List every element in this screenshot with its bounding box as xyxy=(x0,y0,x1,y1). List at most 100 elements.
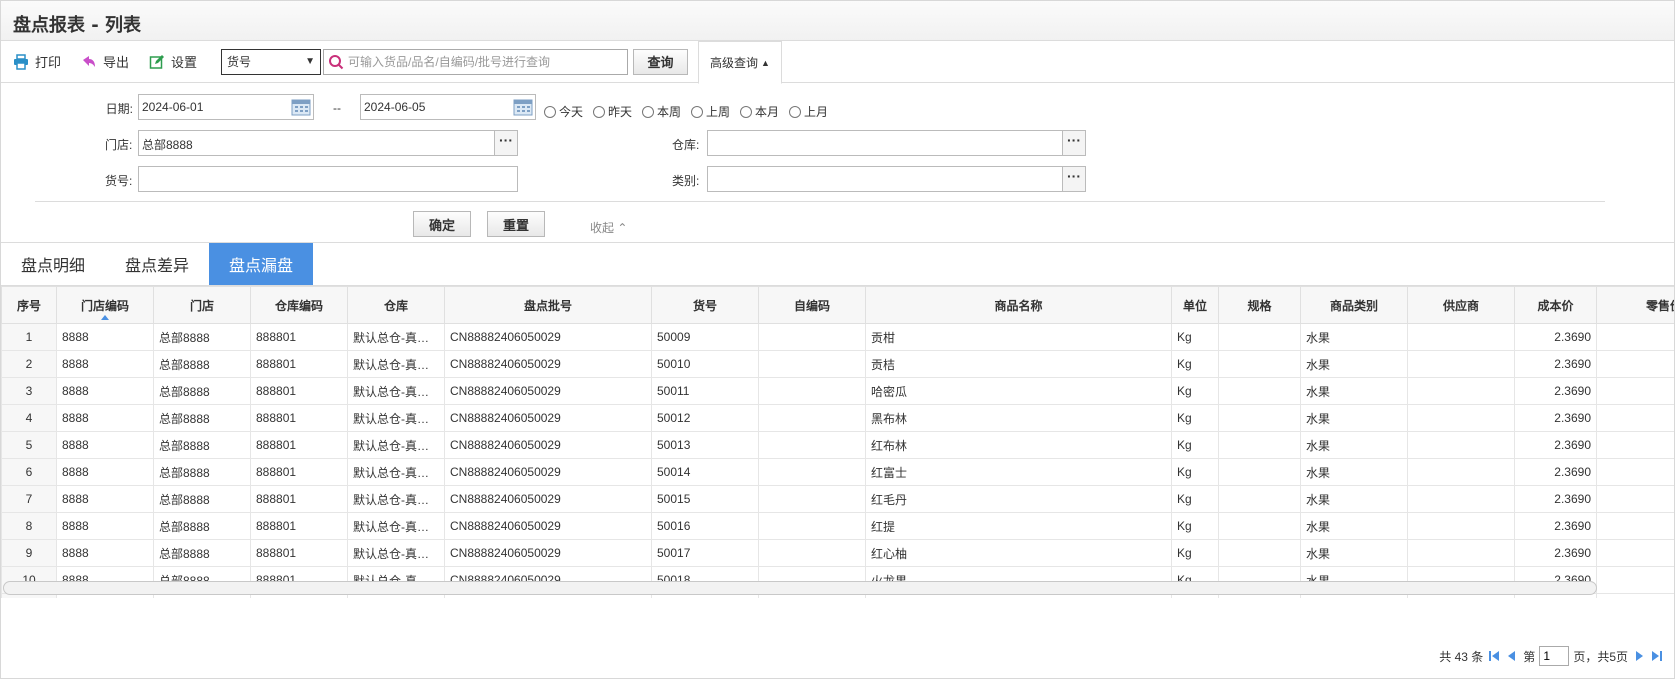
table-cell: 50016 xyxy=(651,512,759,540)
table-cell: Kg xyxy=(1171,404,1219,432)
table-row[interactable]: 8 8888 总部8888 888801 默认总仓-真默认 CN8888240605002… xyxy=(1,512,1674,540)
category-picker-button[interactable]: ··· xyxy=(1062,166,1086,192)
table-cell: 9 xyxy=(1,539,57,567)
column-header[interactable]: 序号 xyxy=(1,286,57,324)
table-row[interactable]: 7 8888 总部8888 888801 默认总仓-真默认 CN8888240605002… xyxy=(1,485,1674,513)
table-cell xyxy=(1218,377,1301,405)
table-row[interactable]: 5 8888 总部8888 888801 默认总仓-真默认 CN8888240605002… xyxy=(1,431,1674,459)
table-cell: 2.3690 xyxy=(1514,431,1597,459)
column-header[interactable]: 仓库 xyxy=(347,286,445,324)
table-row[interactable]: 3 8888 总部8888 888801 默认总仓-真默认 CN8888240605002… xyxy=(1,377,1674,405)
column-header[interactable]: 零售价 xyxy=(1596,286,1674,324)
table-cell: Kg xyxy=(1171,323,1219,351)
collapse-link[interactable]: 收起 ⌃ xyxy=(590,219,627,236)
prev-page-icon[interactable] xyxy=(1505,649,1519,663)
query-button[interactable]: 查询 xyxy=(633,48,689,75)
export-button[interactable]: 导出 xyxy=(81,52,129,71)
table-row[interactable]: 9 8888 总部8888 888801 默认总仓-真默认 CN8888240605002… xyxy=(1,539,1674,567)
column-header[interactable]: 货号 xyxy=(651,286,759,324)
table-cell: CN88882406050029 xyxy=(444,377,652,405)
table-cell xyxy=(758,431,866,459)
confirm-button[interactable]: 确定 xyxy=(413,211,471,237)
date-to-field[interactable]: 2024-06-05 xyxy=(360,94,536,120)
table-cell: 1 xyxy=(1,323,57,351)
table-cell: 50010 xyxy=(651,350,759,378)
first-page-icon[interactable] xyxy=(1487,649,1501,663)
settings-button[interactable]: 设置 xyxy=(149,52,197,71)
table-cell: 888801 xyxy=(250,512,348,540)
tab-count-missing[interactable]: 盘点漏盘 xyxy=(209,243,314,285)
table-cell: 红毛丹 xyxy=(865,485,1172,513)
table-row[interactable]: 6 8888 总部8888 888801 默认总仓-真默认 CN8888240605002… xyxy=(1,458,1674,486)
table-cell: 红提 xyxy=(865,512,1172,540)
table-cell xyxy=(1407,539,1515,567)
table-cell: CN88882406050029 xyxy=(444,458,652,486)
date-from-field[interactable]: 2024-06-01 xyxy=(138,94,314,120)
field-select[interactable]: 货号 ▼ xyxy=(221,48,322,75)
search-input[interactable] xyxy=(348,54,619,69)
next-page-icon[interactable] xyxy=(1632,649,1646,663)
radio-this-month[interactable]: 本月 xyxy=(740,103,779,120)
table-cell: Kg xyxy=(1171,350,1219,378)
category-field[interactable] xyxy=(707,166,1063,192)
table-row[interactable]: 2 8888 总部8888 888801 默认总仓-真默认 CN8888240605002… xyxy=(1,350,1674,378)
radio-this-week[interactable]: 本周 xyxy=(642,103,681,120)
tab-count-detail[interactable]: 盘点明细 xyxy=(1,243,105,285)
code-field[interactable] xyxy=(138,166,518,192)
warehouse-picker-button[interactable]: ··· xyxy=(1062,130,1086,156)
code-label: 货号: xyxy=(105,174,133,188)
radio-today[interactable]: 今天 xyxy=(544,103,583,120)
radio-yesterday[interactable]: 昨天 xyxy=(593,103,632,120)
table-cell: 8888 xyxy=(56,404,154,432)
header-row: 序号 门店编码 门店 仓库编码 仓库 盘点批号 货号 自编码 商品名称 单位 规格 商品类别 供应商 成本… xyxy=(1,286,1674,324)
column-header[interactable]: 商品类别 xyxy=(1300,286,1408,324)
table-cell: 888801 xyxy=(250,404,348,432)
report-page: 盘点报表 - 列表 打印 导出 设置 货号 ▼ 查询 高级查询 ▲ 日期: xyxy=(0,0,1675,679)
table-row[interactable]: 1 8888 总部8888 888801 默认总仓-真默认 CN8888240605002… xyxy=(1,323,1674,351)
column-header[interactable]: 规格 xyxy=(1218,286,1301,324)
tab-count-difference[interactable]: 盘点差异 xyxy=(105,243,209,285)
radio-last-month[interactable]: 上月 xyxy=(789,103,828,120)
table-cell: 888801 xyxy=(250,458,348,486)
column-header[interactable]: 单位 xyxy=(1171,286,1219,324)
reset-button[interactable]: 重置 xyxy=(487,211,545,237)
column-header[interactable]: 仓库编码 xyxy=(250,286,348,324)
table-cell: Kg xyxy=(1171,431,1219,459)
warehouse-field[interactable] xyxy=(707,130,1063,156)
store-value: 总部8888 xyxy=(142,138,193,152)
table-cell: 50012 xyxy=(651,404,759,432)
column-header[interactable]: 供应商 xyxy=(1407,286,1515,324)
table-cell: 2.3690 xyxy=(1514,404,1597,432)
table-cell xyxy=(1218,458,1301,486)
horizontal-scrollbar[interactable] xyxy=(3,581,1597,595)
table-cell xyxy=(1218,539,1301,567)
calendar-icon[interactable] xyxy=(291,98,311,116)
radio-last-week[interactable]: 上周 xyxy=(691,103,730,120)
table-cell xyxy=(1218,512,1301,540)
column-header[interactable]: 盘点批号 xyxy=(444,286,652,324)
table-cell xyxy=(1407,350,1515,378)
column-header[interactable]: 门店 xyxy=(153,286,251,324)
date-label: 日期: xyxy=(105,102,133,116)
column-header[interactable]: 自编码 xyxy=(758,286,866,324)
table-cell: 2.3690 xyxy=(1514,512,1597,540)
advanced-query-tab[interactable]: 高级查询 ▲ xyxy=(698,41,782,84)
column-header[interactable]: 门店编码 xyxy=(56,286,154,324)
date-from-value: 2024-06-01 xyxy=(142,100,204,114)
print-button[interactable]: 打印 xyxy=(13,52,61,71)
table-cell xyxy=(758,404,866,432)
table-cell xyxy=(1407,377,1515,405)
column-header[interactable]: 商品名称 xyxy=(865,286,1172,324)
calendar-icon[interactable] xyxy=(513,98,533,116)
table-cell: 8888 xyxy=(56,350,154,378)
table-row[interactable]: 4 8888 总部8888 888801 默认总仓-真默认 CN8888240605002… xyxy=(1,404,1674,432)
table-cell: 贡桔 xyxy=(865,350,1172,378)
page-input[interactable] xyxy=(1539,646,1570,666)
table-cell: CN88882406050029 xyxy=(444,485,652,513)
table-cell: Kg xyxy=(1171,458,1219,486)
column-header[interactable]: 成本价 xyxy=(1514,286,1597,324)
table-cell: 红富士 xyxy=(865,458,1172,486)
store-field[interactable]: 总部8888 xyxy=(138,130,495,156)
store-picker-button[interactable]: ··· xyxy=(494,130,518,156)
last-page-icon[interactable] xyxy=(1650,649,1664,663)
